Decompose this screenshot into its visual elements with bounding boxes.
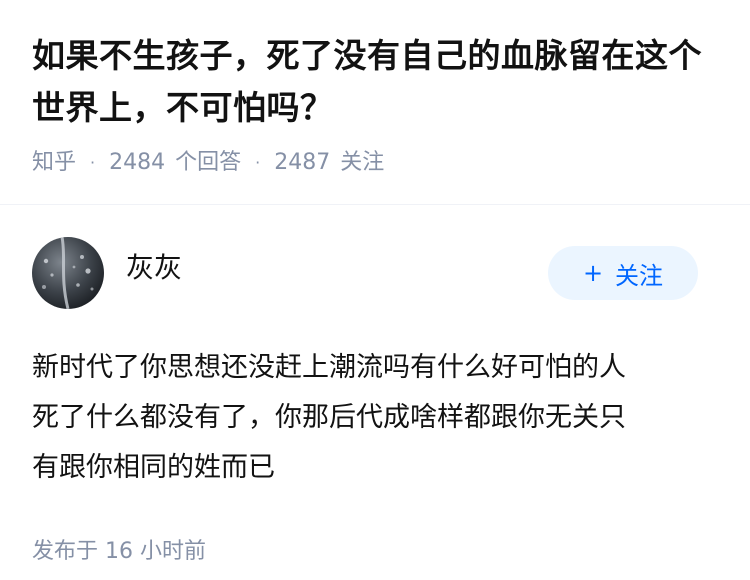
avatar-image: [32, 237, 104, 309]
follow-button-label: 关注: [615, 261, 664, 290]
follower-count[interactable]: 2487: [274, 148, 330, 178]
author-info[interactable]: 灰灰: [32, 237, 182, 309]
divider: [0, 204, 750, 205]
author-name[interactable]: 灰灰: [126, 246, 182, 286]
publish-time: 发布于 16 小时前: [32, 539, 206, 564]
avatar[interactable]: [32, 237, 104, 309]
author-row: 灰灰 + 关注: [32, 237, 718, 309]
separator-dot: ·: [255, 153, 261, 172]
page: 如果不生孩子，死了没有自己的血脉留在这个世界上，不可怕吗？ 知乎 · 2484 …: [0, 0, 750, 580]
follow-button[interactable]: + 关注: [548, 246, 698, 300]
answer-line: 新时代了你思想还没赶上潮流吗有什么好可怕的人: [32, 352, 626, 383]
question-meta: 知乎 · 2484 个回答 · 2487 关注: [32, 148, 718, 178]
follower-count-label[interactable]: 关注: [340, 148, 384, 178]
separator-dot: ·: [90, 153, 96, 172]
answer-content[interactable]: 新时代了你思想还没赶上潮流吗有什么好可怕的人 死了什么都没有了，你那后代成啥样都…: [32, 343, 712, 493]
answer-count-label[interactable]: 个回答: [175, 148, 241, 178]
answer-count[interactable]: 2484: [109, 148, 165, 178]
source-label[interactable]: 知乎: [32, 148, 76, 178]
answer-line: 有跟你相同的姓而已: [32, 452, 275, 483]
answer-card: 灰灰 + 关注 新时代了你思想还没赶上潮流吗有什么好可怕的人 死了什么都没有了，…: [0, 237, 750, 565]
plus-icon: +: [582, 259, 604, 287]
question-title[interactable]: 如果不生孩子，死了没有自己的血脉留在这个世界上，不可怕吗？: [32, 30, 718, 134]
question-header: 如果不生孩子，死了没有自己的血脉留在这个世界上，不可怕吗？ 知乎 · 2484 …: [0, 0, 750, 178]
answer-line: 死了什么都没有了，你那后代成啥样都跟你无关只: [32, 402, 626, 433]
